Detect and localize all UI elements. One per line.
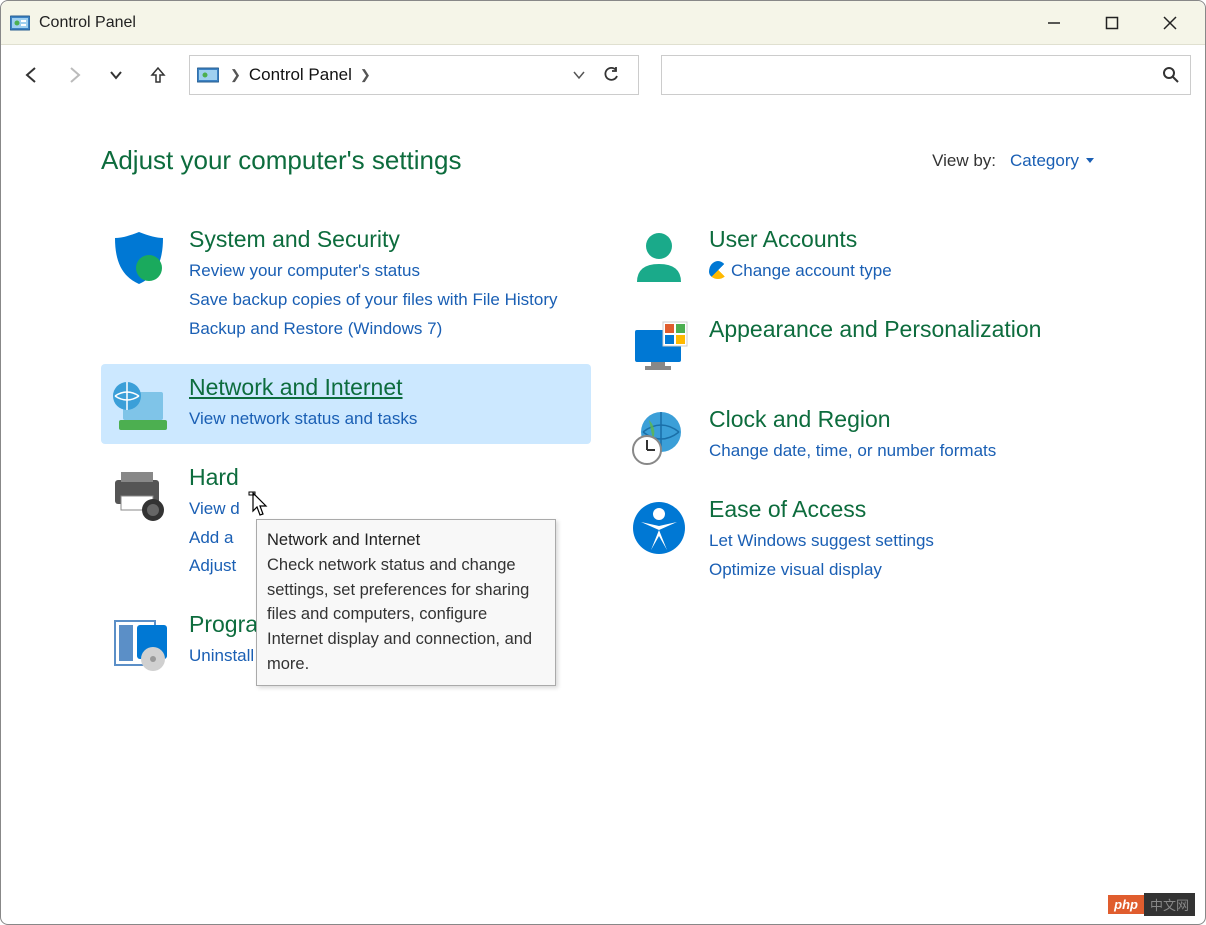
category-title[interactable]: Hard [189, 464, 585, 491]
shield-icon [107, 226, 171, 286]
tooltip-title: Network and Internet [267, 528, 545, 553]
breadcrumb[interactable]: Control Panel [245, 65, 356, 85]
recent-locations-button[interactable] [99, 58, 133, 92]
category-title[interactable]: Network and Internet [189, 374, 585, 401]
watermark: php 中文网 [1108, 893, 1195, 916]
category-appearance-personalization[interactable]: Appearance and Personalization [621, 306, 1111, 386]
category-sub-link[interactable]: Optimize visual display [709, 556, 1105, 585]
titlebar: Control Panel [1, 1, 1205, 45]
chevron-right-icon[interactable]: ❯ [356, 67, 375, 83]
category-sub-link[interactable]: Save backup copies of your files with Fi… [189, 286, 585, 315]
category-sub-link[interactable]: View network status and tasks [189, 405, 585, 434]
category-title[interactable]: User Accounts [709, 226, 1105, 253]
category-sub-link[interactable]: Let Windows suggest settings [709, 527, 1105, 556]
window-frame: Control Panel ❯ Control Panel ❯ Adj [0, 0, 1206, 925]
tooltip-body: Check network status and change settings… [267, 553, 545, 677]
chevron-down-icon [1085, 156, 1095, 166]
watermark-label: 中文网 [1144, 893, 1195, 916]
category-title[interactable]: System and Security [189, 226, 585, 253]
globe-network-icon [107, 374, 171, 434]
chevron-right-icon[interactable]: ❯ [226, 67, 245, 83]
address-dropdown-button[interactable] [572, 68, 602, 82]
category-sub-link[interactable]: Change date, time, or number formats [709, 437, 1105, 466]
printer-camera-icon [107, 464, 171, 524]
category-sub-link[interactable]: Change account type [709, 257, 1105, 286]
monitor-palette-icon [627, 316, 691, 376]
accessibility-icon [627, 496, 691, 556]
user-icon [627, 226, 691, 286]
content-area: Adjust your computer's settings View by:… [1, 105, 1205, 924]
window-title: Control Panel [39, 14, 136, 32]
category-system-security[interactable]: System and Security Review your computer… [101, 216, 591, 354]
globe-clock-icon [627, 406, 691, 466]
category-title[interactable]: Clock and Region [709, 406, 1105, 433]
programs-icon [107, 611, 171, 671]
control-panel-icon [9, 13, 31, 33]
tooltip: Network and Internet Check network statu… [256, 519, 556, 686]
close-button[interactable] [1155, 8, 1185, 38]
minimize-button[interactable] [1039, 8, 1069, 38]
view-by-label: View by: [932, 151, 996, 171]
window-controls [1039, 8, 1197, 38]
search-icon [1162, 66, 1180, 84]
category-title[interactable]: Appearance and Personalization [709, 316, 1105, 343]
category-user-accounts[interactable]: User Accounts Change account type [621, 216, 1111, 296]
forward-button[interactable] [57, 58, 91, 92]
page-title: Adjust your computer's settings [101, 145, 461, 176]
view-by-dropdown[interactable]: Category [1010, 151, 1095, 171]
category-column-right: User Accounts Change account type Appear… [621, 216, 1111, 691]
address-icon [196, 65, 220, 85]
refresh-button[interactable] [602, 66, 632, 84]
category-clock-region[interactable]: Clock and Region Change date, time, or n… [621, 396, 1111, 476]
navigation-toolbar: ❯ Control Panel ❯ [1, 45, 1205, 105]
category-network-internet[interactable]: Network and Internet View network status… [101, 364, 591, 444]
category-ease-of-access[interactable]: Ease of Access Let Windows suggest setti… [621, 486, 1111, 595]
category-sub-link[interactable]: Review your computer's status [189, 257, 585, 286]
address-bar[interactable]: ❯ Control Panel ❯ [189, 55, 639, 95]
back-button[interactable] [15, 58, 49, 92]
watermark-label: php [1108, 895, 1144, 914]
maximize-button[interactable] [1097, 8, 1127, 38]
category-sub-link[interactable]: Backup and Restore (Windows 7) [189, 315, 585, 344]
category-title[interactable]: Ease of Access [709, 496, 1105, 523]
content-header: Adjust your computer's settings View by:… [101, 145, 1155, 176]
search-input[interactable] [661, 55, 1191, 95]
up-button[interactable] [141, 58, 175, 92]
view-by-control: View by: Category [932, 151, 1095, 171]
